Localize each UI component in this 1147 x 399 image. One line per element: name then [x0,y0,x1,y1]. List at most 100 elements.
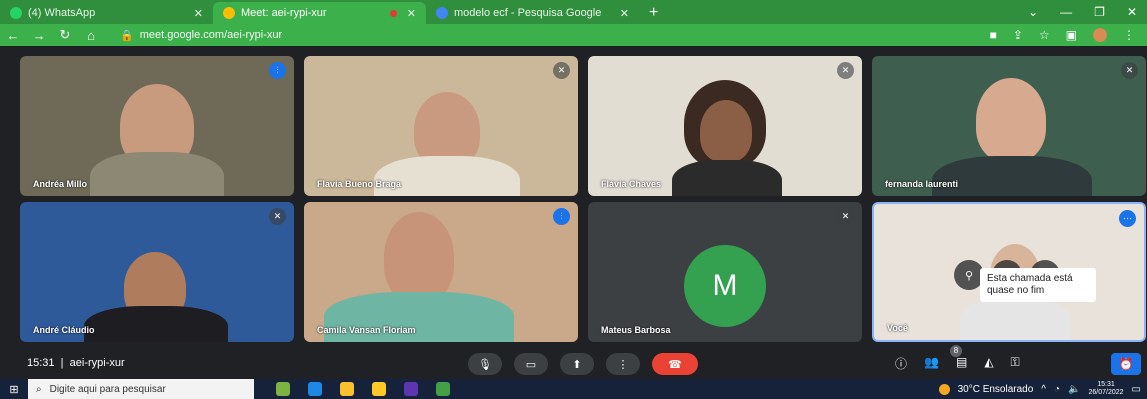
participant-tile[interactable]: André Cláudio ✕ [20,202,294,342]
more-options-icon[interactable]: ⋯ [1119,210,1136,227]
participant-tile[interactable]: Flávia Chaves ✕ [588,56,862,196]
participant-tile[interactable]: Flavia Bueno Braga ✕ [304,56,578,196]
mic-off-icon: ✕ [269,208,286,225]
chevron-down-icon[interactable]: ⌄ [1028,5,1038,19]
people-count-badge: 8 [950,345,962,357]
participant-body [84,306,228,342]
participant-name: Mateus Barbosa [601,325,671,335]
reload-icon[interactable]: ↻ [52,27,78,43]
tab-title: (4) WhatsApp [28,7,96,19]
participant-tile[interactable]: Andréa Millo ⫶ [20,56,294,196]
mic-button[interactable]: 🎙 [468,353,502,375]
chrome-active-icon[interactable] [436,382,450,396]
camera-icon[interactable]: ■ [990,28,997,42]
participant-body [932,156,1092,196]
volume-icon[interactable]: 🔈 [1068,384,1080,395]
search-placeholder: Digite aqui para pesquisar [49,383,166,395]
lock-icon: 🔒 [120,29,134,42]
meet-icon [223,7,235,19]
clock-date: 26/07/2022 [1088,389,1124,396]
participant-tile[interactable]: Camila Vansan Floriam ⫶ [304,202,578,342]
meet-stage: Andréa Millo ⫶ Flavia Bueno Braga ✕ Fláv… [0,46,1147,353]
meeting-time: 15:31 [27,357,55,369]
more-options-button[interactable]: ⋮ [606,353,640,375]
alarm-icon[interactable]: ⏰ [1111,353,1141,375]
url-text: meet.google.com/aei-rypi-xur [139,29,283,41]
tooltip: Esta chamada está quase no fim [980,268,1096,302]
close-icon[interactable]: ✕ [620,7,629,20]
restore-button[interactable]: ❐ [1094,5,1105,19]
participant-name: Flavia Bueno Braga [317,179,402,189]
meet-control-bar: 15:31 | aei-rypi-xur 🎙 ▭ ⬆ ⋮ ☎ ⓘ 👥 ▤ ◭ ⚿… [0,345,1147,375]
back-icon[interactable]: ← [0,28,26,43]
people-icon[interactable]: 👥 [924,355,939,372]
chat-icon[interactable]: ▤ [956,355,967,372]
participant-body [960,298,1070,340]
camera-button[interactable]: ▭ [514,353,548,375]
participant-body [374,156,520,196]
minimize-button[interactable]: — [1060,5,1072,19]
tab-meet[interactable]: Meet: aei-rypi-xur ✕ [213,2,426,24]
participant-body [672,160,782,196]
lock-icon[interactable]: ⚿ [1011,355,1020,372]
chevron-up-icon[interactable]: ^ [1041,384,1046,395]
address-bar[interactable]: 🔒 meet.google.com/aei-rypi-xur [120,29,990,42]
system-tray: 30°C Ensolarado ^ ◔ 🔈 15:31 26/07/2022 ▭ [938,381,1147,397]
close-icon[interactable]: ✕ [194,7,203,20]
speaking-icon: ⫶ [269,62,286,79]
info-icon[interactable]: ⓘ [895,355,907,372]
participant-name: Andréa Millo [33,179,88,189]
widgets-icon[interactable] [276,382,290,396]
file-explorer-icon[interactable] [372,382,386,396]
clock-time: 15:31 [1097,381,1115,388]
mic-off-icon: ✕ [1121,62,1138,79]
menu-icon[interactable]: ⋮ [1123,28,1135,42]
mic-off-icon: ✕ [553,62,570,79]
meeting-code: aei-rypi-xur [69,357,125,369]
star-icon[interactable]: ☆ [1039,28,1050,42]
browser-tab-strip: (4) WhatsApp ✕ Meet: aei-rypi-xur ✕ mode… [0,0,1147,24]
participant-name: Você [887,323,908,333]
teams-icon[interactable] [404,382,418,396]
sun-icon [938,383,950,395]
windows-start-icon[interactable]: ⊞ [0,383,28,396]
home-icon[interactable]: ⌂ [78,28,104,43]
wifi-icon[interactable]: ◔ [1054,384,1060,395]
whatsapp-icon [10,7,22,19]
participant-body [90,152,224,196]
browser-toolbar: ← → ↻ ⌂ 🔒 meet.google.com/aei-rypi-xur ■… [0,24,1147,46]
recording-dot-icon [389,9,397,17]
participant-tile[interactable]: fernanda laurenti ✕ [872,56,1146,196]
forward-icon[interactable]: → [26,28,52,43]
leave-call-button[interactable]: ☎ [652,353,698,375]
speaking-icon: ⫶ [553,208,570,225]
new-tab-button[interactable]: + [639,2,668,24]
tab-whatsapp[interactable]: (4) WhatsApp ✕ [0,2,213,24]
participant-face [976,78,1046,162]
participant-initial-avatar: M [684,245,766,327]
weather-text[interactable]: 30°C Ensolarado [958,384,1034,395]
taskbar-clock[interactable]: 15:31 26/07/2022 [1089,381,1124,397]
participant-tile[interactable]: M Mateus Barbosa ✕ [588,202,862,342]
taskbar-search[interactable]: ⌕ Digite aqui para pesquisar [28,379,254,399]
mic-off-icon: ✕ [837,62,854,79]
share-icon[interactable]: ⇪ [1013,28,1023,42]
windows-taskbar: ⊞ ⌕ Digite aqui para pesquisar 30°C Enso… [0,379,1147,399]
taskview-icon[interactable] [308,382,322,396]
participant-name: André Cláudio [33,325,95,335]
tab-google-search[interactable]: modelo ecf - Pesquisa Google ✕ [426,2,639,24]
notification-icon[interactable]: ▭ [1132,384,1141,395]
present-button[interactable]: ⬆ [560,353,594,375]
chrome-icon[interactable] [340,382,354,396]
profile-avatar[interactable] [1093,28,1107,42]
close-icon[interactable]: ✕ [407,7,416,20]
sidepanel-icon[interactable]: ▣ [1066,28,1077,42]
participant-face [700,100,752,162]
participant-name: fernanda laurenti [885,179,959,189]
meeting-info: 15:31 | aei-rypi-xur [27,357,125,369]
participant-name: Camila Vansan Floriam [317,325,416,335]
activities-icon[interactable]: ◭ [984,355,993,372]
tab-title: modelo ecf - Pesquisa Google [454,7,602,19]
participant-name: Flávia Chaves [601,179,662,189]
close-window-button[interactable]: ✕ [1127,5,1137,19]
